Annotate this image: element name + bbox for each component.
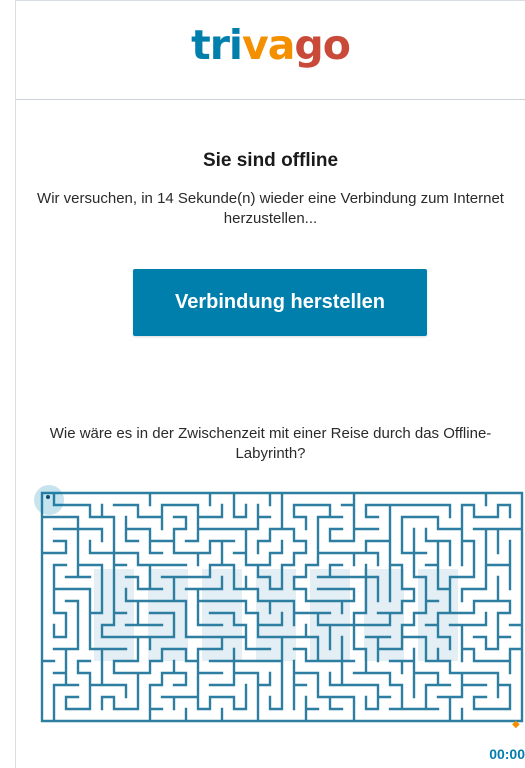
connect-button[interactable]: Verbindung herstellen <box>133 269 427 336</box>
header: trivago <box>16 1 525 100</box>
offline-page: trivago Sie sind offline Wir versuchen, … <box>15 0 525 768</box>
goal-diamond-icon: ◆ <box>512 719 520 730</box>
player-marker[interactable] <box>34 485 64 515</box>
maze-canvas[interactable] <box>38 489 525 735</box>
offline-title: Sie sind offline <box>202 150 339 171</box>
maze-letter-block <box>148 569 188 661</box>
reconnect-message: Wir versuchen, in 14 Sekunde(n) wieder e… <box>37 190 504 227</box>
maze-letter-block <box>256 569 296 661</box>
logo-part-va: va <box>241 21 295 69</box>
trivago-logo: trivago <box>16 19 525 71</box>
logo-part-tri: tri <box>191 21 243 69</box>
maze-timer: 00:00 <box>489 746 525 762</box>
player-dot-icon <box>46 495 50 499</box>
offline-maze[interactable] <box>38 489 525 735</box>
maze-intro-text: Wie wäre es in der Zwischenzeit mit eine… <box>49 425 492 462</box>
maze-letter-block <box>364 569 404 661</box>
logo-part-go: go <box>294 21 351 69</box>
